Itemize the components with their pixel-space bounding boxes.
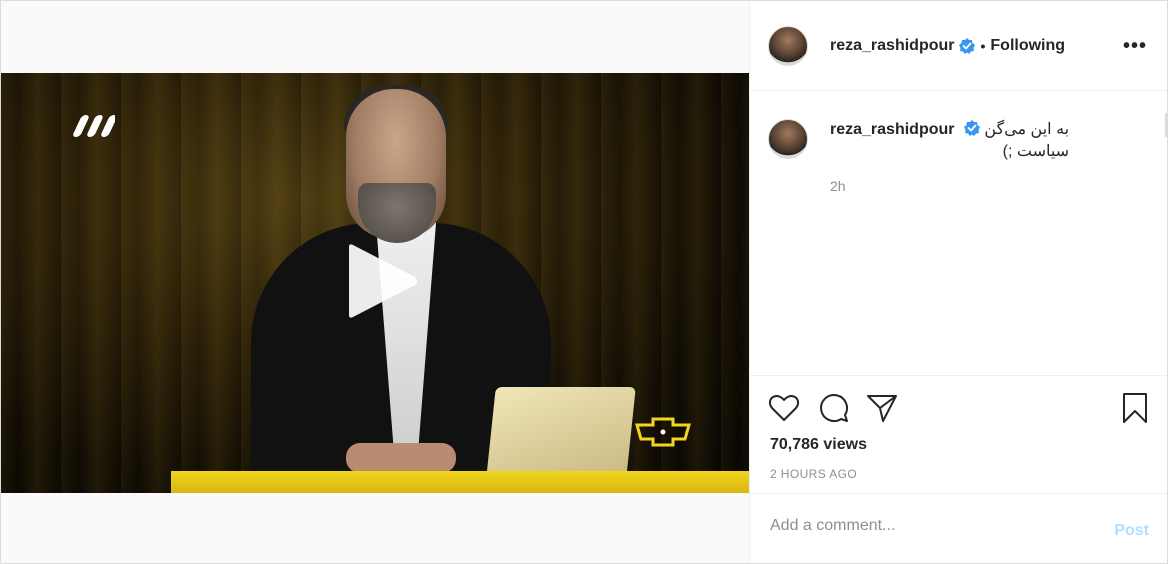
video-laptop [486, 387, 636, 479]
media-area [1, 1, 750, 563]
post-header: reza_rashidpour • Following ••• [750, 1, 1167, 91]
channel-logo-icon [73, 115, 115, 137]
heart-icon[interactable] [768, 392, 800, 424]
scrollbar[interactable] [1165, 113, 1167, 137]
comment-bar: Post [750, 493, 1167, 564]
caption-timestamp[interactable]: 2h [830, 175, 1069, 197]
verified-badge-icon [963, 120, 980, 136]
video-presenter-hands [346, 443, 456, 473]
comment-input[interactable] [768, 516, 1092, 536]
video-desk [171, 471, 749, 493]
post-username[interactable]: reza_rashidpour [830, 37, 954, 55]
post-sidebar: reza_rashidpour • Following ••• reza_ras… [750, 1, 1167, 563]
verified-badge-icon [959, 37, 976, 54]
play-icon[interactable] [341, 241, 421, 321]
comment-icon[interactable] [818, 392, 850, 424]
caption-avatar[interactable] [768, 119, 808, 159]
following-button[interactable]: Following [990, 37, 1065, 55]
post-modal: reza_rashidpour • Following ••• reza_ras… [0, 0, 1168, 564]
post-comment-button[interactable]: Post [1114, 522, 1149, 540]
caption-text-line1: به این می‌گن [984, 121, 1070, 138]
sponsor-logo-icon [635, 417, 691, 447]
video-player[interactable] [1, 73, 749, 493]
view-count[interactable]: 70,786 views [770, 436, 867, 454]
action-bar [768, 392, 1149, 426]
separator-dot: • [980, 37, 986, 54]
bookmark-icon[interactable] [1121, 392, 1149, 424]
more-icon[interactable]: ••• [1123, 35, 1147, 58]
action-section: 70,786 views 2 HOURS AGO [750, 375, 1167, 494]
caption: reza_rashidpour به این می‌گن سیاست ;) 2h [768, 119, 1153, 197]
caption-username[interactable]: reza_rashidpour [830, 121, 954, 138]
share-icon[interactable] [866, 392, 898, 424]
caption-text-line2: سیاست ;) [1002, 143, 1070, 160]
caption-body: reza_rashidpour به این می‌گن سیاست ;) 2h [830, 119, 1069, 197]
avatar[interactable] [768, 25, 808, 66]
post-timestamp[interactable]: 2 HOURS AGO [770, 467, 857, 481]
